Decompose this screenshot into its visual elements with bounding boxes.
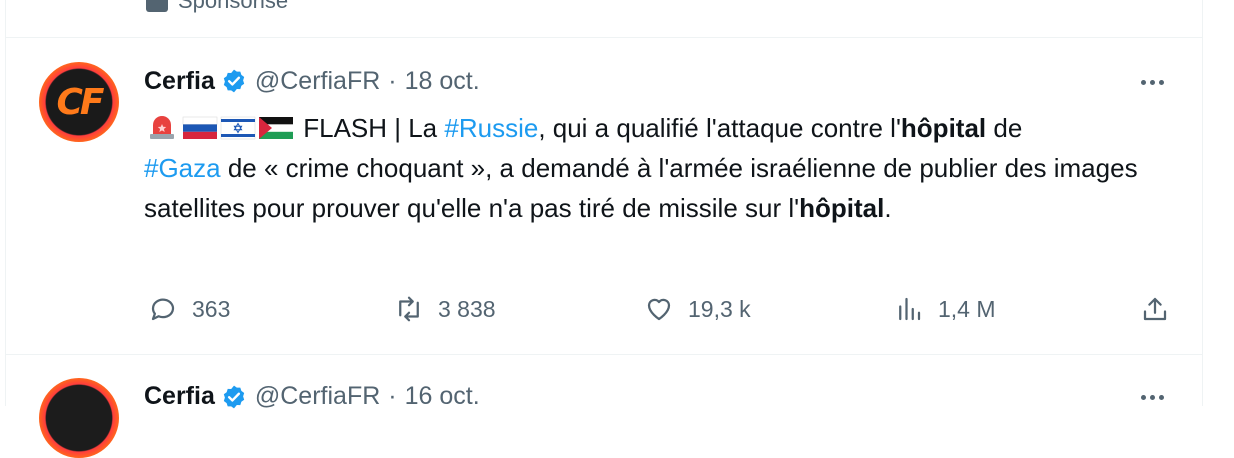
author-handle[interactable]: @CerfiaFR (255, 66, 380, 96)
russia-flag-icon (182, 116, 218, 139)
more-options-icon[interactable] (1132, 385, 1172, 409)
tweet-text: FLASH | La #Russie, qui a qualifié l'att… (144, 108, 1174, 228)
reply-icon (151, 298, 175, 321)
tweet-text-bold: hôpital (900, 113, 987, 143)
tweet-text-segment: . (884, 193, 892, 223)
avatar[interactable] (39, 378, 119, 458)
tweet-text-segment: FLASH | La (296, 113, 445, 143)
header-separator: · (388, 67, 397, 95)
tweet-text-segment: de « crime choquant », a demandé à l'arm… (144, 153, 1138, 223)
previous-tweet-fragment[interactable]: Sponsorisé (6, 0, 1202, 38)
sponsored-label: Sponsorisé (178, 0, 289, 13)
reply-count: 363 (192, 295, 231, 322)
header-separator: · (388, 382, 397, 410)
verified-badge-icon[interactable] (221, 68, 247, 94)
reply-button[interactable]: 363 (148, 294, 230, 324)
tweet-actions: 363 3 838 19,3 k 1,4 M (144, 294, 1174, 328)
palestine-flag-icon (259, 117, 293, 139)
next-tweet[interactable]: Cerfia @CerfiaFR · 16 oct. (6, 355, 1202, 458)
repost-icon (399, 296, 419, 322)
tweet-date[interactable]: 16 oct. (405, 382, 480, 411)
author-handle[interactable]: @CerfiaFR (255, 382, 380, 411)
israel-flag-icon (220, 116, 256, 140)
like-button[interactable]: 19,3 k (644, 294, 751, 324)
tweet-date[interactable]: 18 oct. (405, 66, 480, 96)
siren-emoji-icon (150, 116, 174, 139)
tweet-text-bold: hôpital (799, 193, 885, 223)
avatar[interactable]: CF (39, 62, 119, 142)
repost-count: 3 838 (438, 295, 496, 322)
author-name[interactable]: Cerfia (144, 66, 215, 96)
tweet-header: Cerfia @CerfiaFR · 16 oct. (144, 382, 480, 411)
hashtag-gaza-link[interactable]: #Gaza (144, 153, 221, 183)
tweet-text-segment: , qui a qualifié l'attaque contre l' (538, 113, 901, 143)
more-options-icon[interactable] (1132, 70, 1172, 94)
views-chart-icon (899, 297, 921, 321)
share-icon (1143, 297, 1167, 321)
avatar-logo-text: CF (56, 81, 104, 123)
avatar-logo: CF (47, 70, 111, 134)
tweet-text-segment: de (986, 113, 1023, 143)
author-name[interactable]: Cerfia (144, 382, 215, 411)
repost-button[interactable]: 3 838 (394, 294, 496, 324)
share-button[interactable] (1140, 294, 1170, 324)
tweet-header: Cerfia @CerfiaFR · 18 oct. (144, 66, 480, 96)
ad-icon (146, 0, 168, 12)
hashtag-russie-link[interactable]: #Russie (444, 113, 538, 143)
timeline-feed: Sponsorisé CF Cerfia @CerfiaFR · 18 oct. (5, 0, 1203, 458)
views-count: 1,4 M (938, 295, 996, 322)
tweet[interactable]: CF Cerfia @CerfiaFR · 18 oct. FLASH | La… (6, 38, 1202, 355)
views-button[interactable]: 1,4 M (894, 294, 996, 324)
heart-icon (647, 298, 671, 321)
sponsored-indicator: Sponsorisé (146, 0, 288, 14)
like-count: 19,3 k (688, 295, 751, 322)
